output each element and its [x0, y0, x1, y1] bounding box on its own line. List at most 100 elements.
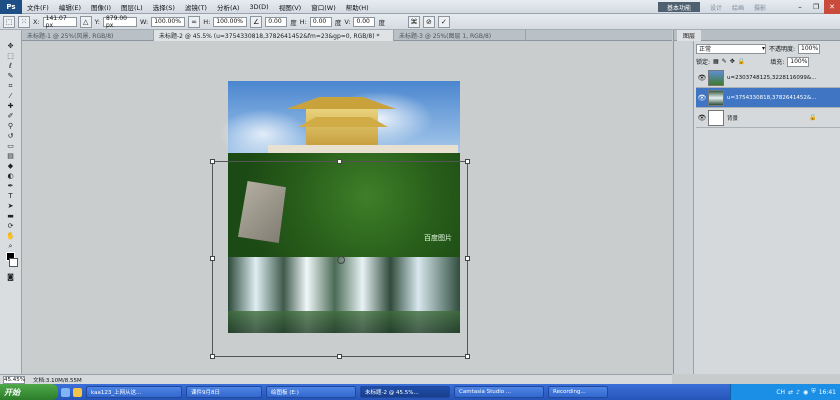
- blend-mode-select[interactable]: 正常 ▾: [696, 43, 766, 54]
- tray-network-icon[interactable]: ⇄: [788, 389, 793, 396]
- warp-icon[interactable]: ⌘: [407, 15, 420, 28]
- move-tool-icon[interactable]: ✥: [4, 42, 18, 50]
- tab-untitled-3[interactable]: 未标题-3 @ 25%(图层 1, RGB/8): [394, 30, 526, 41]
- quick-mask-icon[interactable]: ◙: [4, 273, 18, 281]
- lock-all-icon[interactable]: 🔒: [738, 58, 745, 65]
- lock-paint-icon[interactable]: ✎: [722, 58, 727, 65]
- workspace-painting-link[interactable]: 绘画: [732, 2, 744, 12]
- taskbar-item[interactable]: Camtasia Studio ...: [454, 386, 544, 398]
- eyedropper-tool-icon[interactable]: ⁄: [4, 92, 18, 100]
- healing-brush-icon[interactable]: ✚: [4, 102, 18, 110]
- layer-name: u=2303748125,3228116099&...: [727, 74, 817, 81]
- minimize-button[interactable]: –: [792, 0, 808, 14]
- menu-image[interactable]: 图像(I): [86, 0, 116, 14]
- quick-launch-folder-icon[interactable]: [73, 387, 82, 397]
- layer-row[interactable]: 👁 背景 🔒: [696, 108, 840, 128]
- commit-transform-icon[interactable]: ✓: [437, 15, 450, 28]
- hand-tool-icon[interactable]: ✋: [4, 232, 18, 240]
- menu-select[interactable]: 选择(S): [148, 0, 180, 14]
- taskbar-item[interactable]: 绘图板 (E:): [266, 386, 356, 398]
- reference-point-icon[interactable]: ⁙: [18, 15, 30, 28]
- y-field[interactable]: 879.00 px: [102, 15, 137, 29]
- lasso-tool-icon[interactable]: ℓ: [4, 62, 18, 70]
- dodge-tool-icon[interactable]: ◐: [4, 172, 18, 180]
- transform-handle-bottom[interactable]: [337, 354, 342, 359]
- menu-edit[interactable]: 编辑(E): [54, 0, 86, 14]
- transform-handle-top-left[interactable]: [210, 159, 215, 164]
- transform-handle-right[interactable]: [465, 256, 470, 261]
- menu-help[interactable]: 帮助(H): [341, 0, 374, 14]
- lock-transparency-icon[interactable]: ▦: [713, 58, 719, 65]
- fill-field[interactable]: 100%: [787, 56, 810, 67]
- close-button[interactable]: ✕: [824, 0, 840, 14]
- pen-tool-icon[interactable]: ✒: [4, 182, 18, 190]
- transform-handle-top[interactable]: [337, 159, 342, 164]
- path-select-icon[interactable]: ➤: [4, 202, 18, 210]
- document-size-info[interactable]: 文档:3.10M/8.55M: [33, 376, 82, 384]
- taskbar-item[interactable]: 未标题-2 @ 45.5%...: [360, 386, 450, 398]
- clock[interactable]: 16:41: [819, 389, 836, 396]
- layer-row[interactable]: 👁 u=2303748125,3228116099&...: [696, 68, 840, 88]
- transform-center-point[interactable]: [337, 256, 345, 264]
- cancel-transform-icon[interactable]: ⊘: [422, 15, 435, 28]
- brush-tool-icon[interactable]: ✐: [4, 112, 18, 120]
- eye-icon[interactable]: 👁: [696, 94, 708, 102]
- menu-view[interactable]: 视图(V): [274, 0, 307, 14]
- transform-handle-left[interactable]: [210, 256, 215, 261]
- marquee-tool-icon[interactable]: ⬚: [4, 52, 18, 60]
- eraser-tool-icon[interactable]: ▭: [4, 142, 18, 150]
- tray-volume-icon[interactable]: ♪: [796, 389, 800, 396]
- background-color-swatch[interactable]: [9, 258, 18, 267]
- height-field[interactable]: 100.00%: [213, 16, 248, 27]
- width-field[interactable]: 100.00%: [151, 16, 186, 27]
- restore-button[interactable]: ❐: [808, 0, 824, 14]
- tab-untitled-2[interactable]: 未标题-2 @ 45.5% (u=3754330818,3782641452&f…: [154, 30, 394, 41]
- taskbar-item[interactable]: Recording...: [548, 386, 608, 398]
- link-icon[interactable]: ∞: [188, 15, 201, 28]
- workspace-essentials-button[interactable]: 基本功能: [658, 2, 700, 12]
- history-brush-icon[interactable]: ↺: [4, 132, 18, 140]
- start-button[interactable]: 开始: [0, 384, 58, 400]
- lock-move-icon[interactable]: ✥: [730, 58, 735, 65]
- workspace-design-link[interactable]: 设计: [710, 2, 722, 12]
- transform-handle-top-right[interactable]: [465, 159, 470, 164]
- angle-field[interactable]: 0.00: [265, 16, 288, 27]
- type-tool-icon[interactable]: T: [4, 192, 18, 200]
- eye-icon[interactable]: 👁: [696, 114, 708, 122]
- taskbar-item[interactable]: 课件9月8日: [186, 386, 262, 398]
- crop-tool-icon[interactable]: ⌗: [4, 82, 18, 90]
- tray-security-icon[interactable]: ⛨: [811, 388, 816, 396]
- tray-lang[interactable]: CH: [776, 389, 785, 396]
- transform-tool-icon[interactable]: ⬚: [3, 15, 15, 28]
- relative-position-icon[interactable]: △: [79, 15, 92, 28]
- transform-handle-bottom-right[interactable]: [465, 354, 470, 359]
- layer-row[interactable]: 👁 u=3754330818,3782641452&...: [696, 88, 840, 108]
- clone-stamp-icon[interactable]: ⚲: [4, 122, 18, 130]
- hskew-field[interactable]: 0.00: [309, 16, 332, 27]
- x-field[interactable]: 141.07 px: [42, 15, 77, 29]
- tab-layers[interactable]: 图层: [677, 29, 702, 41]
- canvas-area[interactable]: 百度图片 S 中 ☾ ° ⌨ ☺ 👕 ✂: [22, 41, 672, 374]
- zoom-level-field[interactable]: 45.45%: [3, 375, 25, 384]
- gradient-tool-icon[interactable]: ▤: [4, 152, 18, 160]
- vskew-field[interactable]: 0.00: [353, 16, 376, 27]
- eye-icon[interactable]: 👁: [696, 74, 708, 82]
- quick-select-tool-icon[interactable]: ✎: [4, 72, 18, 80]
- menu-layer[interactable]: 图层(L): [116, 0, 148, 14]
- blur-tool-icon[interactable]: ◆: [4, 162, 18, 170]
- menu-3d[interactable]: 3D(D): [244, 0, 273, 14]
- menu-window[interactable]: 窗口(W): [306, 0, 341, 14]
- 3d-rotate-icon[interactable]: ⟳: [4, 222, 18, 230]
- workspace-photography-link[interactable]: 摄影: [754, 2, 766, 12]
- transform-handle-bottom-left[interactable]: [210, 354, 215, 359]
- menu-analysis[interactable]: 分析(A): [212, 0, 245, 14]
- quick-launch-ie-icon[interactable]: [61, 387, 70, 397]
- tray-app-icon[interactable]: ◉: [803, 389, 808, 396]
- taskbar-item[interactable]: kaa123_上网从这...: [86, 386, 182, 398]
- menu-file[interactable]: 文件(F): [22, 0, 54, 14]
- zoom-tool-icon[interactable]: ⌕: [4, 242, 18, 250]
- tab-untitled-1[interactable]: 未标题-1 @ 25%(风景, RGB/8): [22, 30, 154, 41]
- shape-tool-icon[interactable]: ▬: [4, 212, 18, 220]
- menu-filter[interactable]: 滤镜(T): [180, 0, 212, 14]
- opacity-field[interactable]: 100%: [798, 43, 821, 54]
